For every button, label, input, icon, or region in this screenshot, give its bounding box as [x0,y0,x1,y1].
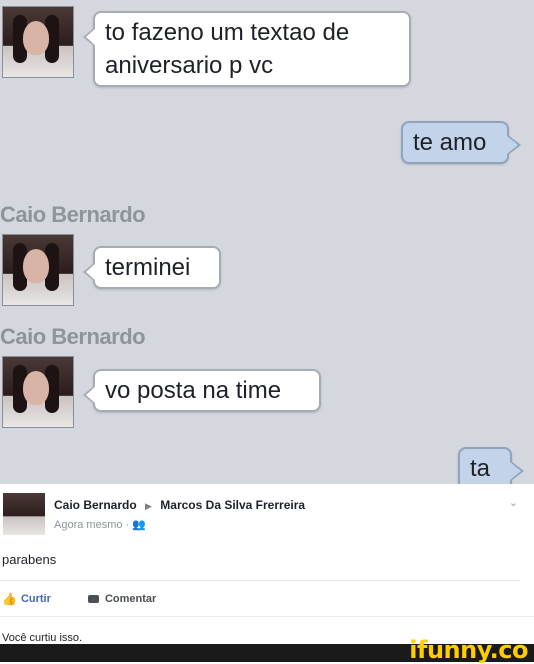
incoming-message: to fazeno um textao de aniversario p vc [83,11,411,87]
message-text-line: to fazeno um textao de [105,19,350,46]
divider [0,580,520,581]
message-text-line: aniversario p vc [105,52,274,79]
message-text: te amo [413,129,487,156]
post-target-link[interactable]: Marcos Da Silva Frerreira [160,498,305,512]
avatar[interactable] [2,356,74,428]
post-timestamp[interactable]: Agora mesmo · [54,519,129,531]
post-header: Caio Bernardo ▶ Marcos Da Silva Frerreir… [54,498,305,512]
message-text: vo posta na time [105,377,282,404]
like-label: Curtir [20,593,51,605]
avatar[interactable] [2,6,74,78]
message-text: ta [470,455,491,482]
divider [0,616,534,617]
comment-label: Comentar [104,593,157,606]
outgoing-message: ta [458,447,524,484]
brand-watermark: ifunny.co [409,636,528,664]
chat-area: to fazeno um textao de aniversario p vc … [0,0,534,484]
post-actions: 👍 Curtir Comentar [2,592,156,606]
incoming-message: vo posta na time [83,369,321,412]
sender-name[interactable]: Caio Bernardo [0,202,146,228]
arrow-right-icon: ▶ [145,501,152,511]
post-author-avatar[interactable] [3,493,45,535]
incoming-message: terminei [83,246,221,289]
audience-icon[interactable]: 👥 [132,519,146,531]
comment-icon [87,595,99,604]
message-text: terminei [105,254,191,281]
footer-bar: ifunny.co [0,636,534,664]
post-meta: Agora mesmo · 👥 [54,518,146,531]
facebook-post: Caio Bernardo ▶ Marcos Da Silva Frerreir… [0,484,534,644]
chevron-down-icon[interactable]: ⌄ [509,496,518,509]
avatar[interactable] [2,234,74,306]
sender-name[interactable]: Caio Bernardo [0,324,146,350]
liked-text: Você curtiu isso. [2,632,83,644]
post-author-link[interactable]: Caio Bernardo [54,498,137,512]
post-body: parabens [2,552,57,567]
like-button[interactable]: 👍 Curtir [2,592,51,606]
comment-button[interactable]: Comentar [87,593,157,606]
like-icon: 👍 [2,592,17,606]
outgoing-message: te amo [401,121,521,164]
